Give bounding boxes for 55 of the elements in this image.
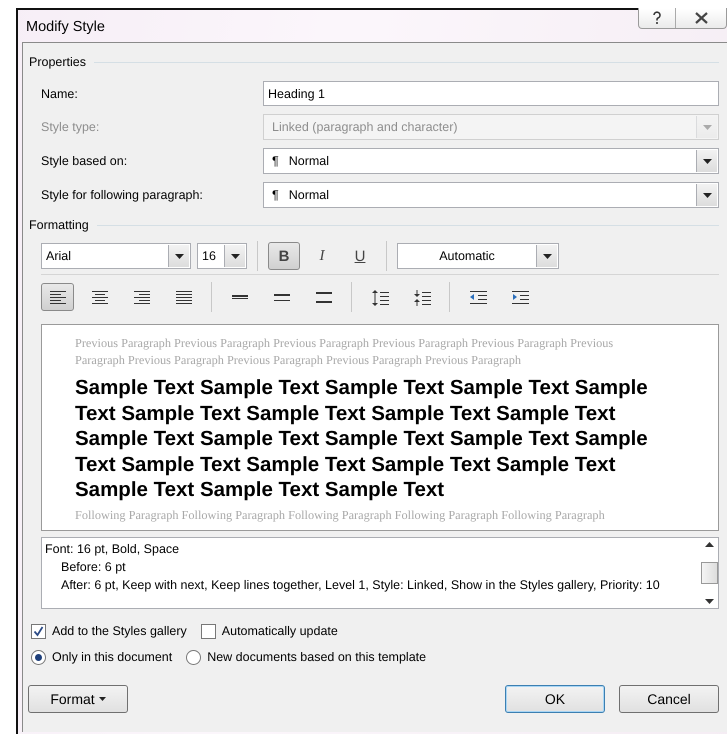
italic-button[interactable]: I (306, 242, 338, 270)
bold-button[interactable]: B (268, 242, 300, 270)
checkbox[interactable] (200, 624, 216, 638)
scroll-up-icon[interactable] (704, 542, 714, 547)
line-spacing-icon (370, 288, 388, 306)
checkmark-icon (33, 626, 44, 636)
checkbox-option[interactable]: Automatically update (200, 624, 338, 638)
dropdown-arrow-icon (542, 254, 552, 258)
caret-icon (98, 697, 106, 701)
font-size-dropdown[interactable]: 16 (197, 243, 247, 269)
ok-button[interactable]: OK (505, 685, 605, 713)
dropdown-arrow-icon (702, 124, 712, 130)
field-label: Style based on: (41, 154, 128, 168)
radio-option[interactable]: Only in this document (31, 650, 172, 664)
help-icon (652, 11, 662, 25)
checkbox[interactable] (31, 624, 46, 638)
previous-paragraph-text: Previous Paragraph Previous Paragraph Previous Paragraph Previous Paragraph Previous Paragraph Previous Paragraph Previous Paragraph Previous Paragraph Previous Paragraph Previous Paragraph (75, 335, 614, 369)
field-label: Name: (41, 86, 79, 100)
style-dropdown[interactable]: ¶ Normal (263, 182, 719, 208)
field-label: Style for following paragraph: (41, 188, 204, 202)
align-left-button[interactable] (41, 283, 74, 311)
dropdown-arrow-icon (174, 254, 184, 258)
format-menu-button[interactable]: Format (28, 685, 128, 713)
justify-icon (174, 288, 192, 306)
single-spacing-icon (230, 295, 248, 299)
dropdown-arrow-icon (702, 192, 712, 198)
line-spacing-icon (412, 288, 430, 306)
radio-option[interactable]: New documents based on this template (186, 650, 426, 664)
name-field[interactable]: Heading 1 (263, 81, 719, 106)
checkbox-option[interactable]: Add to the Styles gallery (31, 624, 187, 638)
radio-button[interactable] (31, 650, 46, 664)
font-color-dropdown[interactable]: Automatic (397, 243, 559, 269)
increase-indent-icon (510, 288, 528, 306)
following-paragraph-text: Following Paragraph Following Paragraph Following Paragraph Following Paragraph Following Paragraph (75, 506, 606, 524)
one-half-spacing-icon (272, 294, 290, 300)
underline-button[interactable]: U (344, 242, 376, 270)
scroll-down-icon[interactable] (704, 599, 714, 604)
style-dropdown[interactable]: ¶ Normal (263, 148, 719, 174)
double-spacing-icon (314, 292, 332, 302)
window-title: Modify Style (26, 19, 105, 35)
font-dropdown[interactable]: Arial (41, 243, 191, 269)
align-center-icon (90, 288, 108, 306)
section-heading: Formatting (29, 218, 89, 232)
section-heading: Properties (29, 55, 86, 69)
cancel-button[interactable]: Cancel (619, 685, 719, 713)
sample-text: Sample Text Sample Text Sample Text Sample Text Sample Text Sample Text Sample Text Sample Text Sample Text Sample Text Sample Text Sample Text Sample Text Sample Text Sample Text Sample Text Sample Text Sample Text Sample Text Sample Text Sample Text (75, 375, 649, 502)
decrease-indent-icon (468, 288, 486, 306)
dropdown-arrow-icon (702, 158, 712, 164)
align-right-icon (132, 288, 150, 306)
close-icon (694, 12, 708, 24)
dropdown-arrow-icon (230, 254, 240, 258)
align-left-icon (48, 288, 66, 306)
field-label: Style type: (41, 120, 100, 134)
radio-button[interactable] (186, 650, 202, 664)
style-description: Font: 16 pt, Bold, Space Before: 6 pt After: 6 pt, Keep with next, Keep lines together, Level 1, Style: Linked, Show in the Styles gallery, Priority: 10 (44, 541, 661, 594)
